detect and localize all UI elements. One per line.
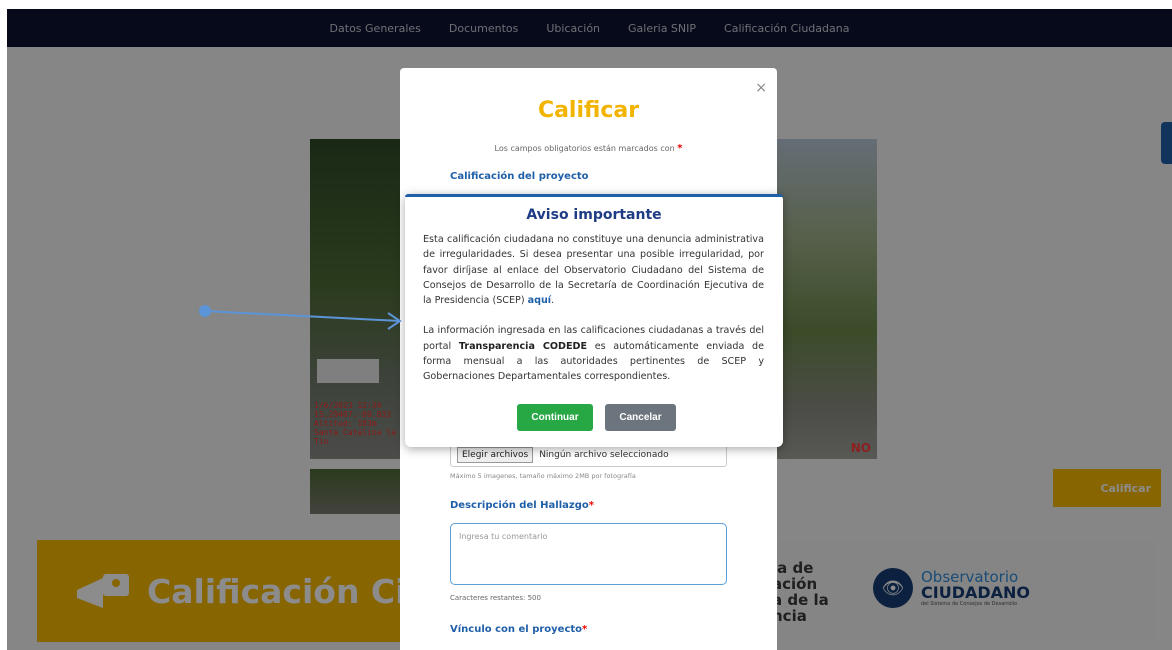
- continue-button[interactable]: Continuar: [517, 404, 593, 431]
- required-mark: *: [582, 624, 588, 635]
- page-background: Datos Generales Documentos Ubicación Gal…: [7, 9, 1172, 650]
- aviso-importante-dialog: Aviso importante Esta calificación ciuda…: [405, 194, 783, 447]
- section-vinculo: Vínculo con el proyecto*: [450, 624, 587, 635]
- cancel-button[interactable]: Cancelar: [605, 404, 676, 431]
- file-hint: Máximo 5 imagenes, tamaño máximo 2MB por…: [450, 472, 636, 480]
- section-hallazgo-label: Descripción del Hallazgo: [450, 500, 589, 511]
- required-note: Los campos obligatorios están marcados c…: [400, 143, 777, 154]
- dialog-paragraph-1: Esta calificación ciudadana no constituy…: [423, 234, 764, 307]
- section-vinculo-label: Vínculo con el proyecto: [450, 624, 583, 635]
- required-note-text: Los campos obligatorios están marcados c…: [494, 144, 675, 153]
- comment-textarea[interactable]: Ingresa tu comentario: [450, 523, 727, 585]
- section-calificacion-proyecto: Calificación del proyecto: [450, 171, 589, 182]
- paragraph-1-text: Esta calificación ciudadana no constituy…: [423, 234, 764, 307]
- transparencia-codede: Transparencia CODEDE: [458, 340, 588, 352]
- required-mark: *: [588, 500, 594, 511]
- close-icon[interactable]: ×: [755, 80, 767, 96]
- dialog-paragraph-2: La información ingresada en las califica…: [423, 323, 764, 384]
- choose-files-button[interactable]: Elegir archivos: [457, 447, 534, 463]
- observatorio-link[interactable]: aquí: [528, 295, 551, 306]
- required-mark: *: [677, 143, 683, 154]
- dialog-top-bar: [405, 194, 783, 197]
- dialog-body: Esta calificación ciudadana no constituy…: [423, 232, 764, 385]
- calificar-title: Calificar: [537, 98, 640, 123]
- section-hallazgo: Descripción del Hallazgo*: [450, 500, 594, 511]
- dialog-title: Aviso importante: [526, 207, 662, 223]
- chars-remaining: Caracteres restantes: 500: [450, 594, 541, 602]
- file-status: Ningún archivo seleccionado: [539, 450, 669, 460]
